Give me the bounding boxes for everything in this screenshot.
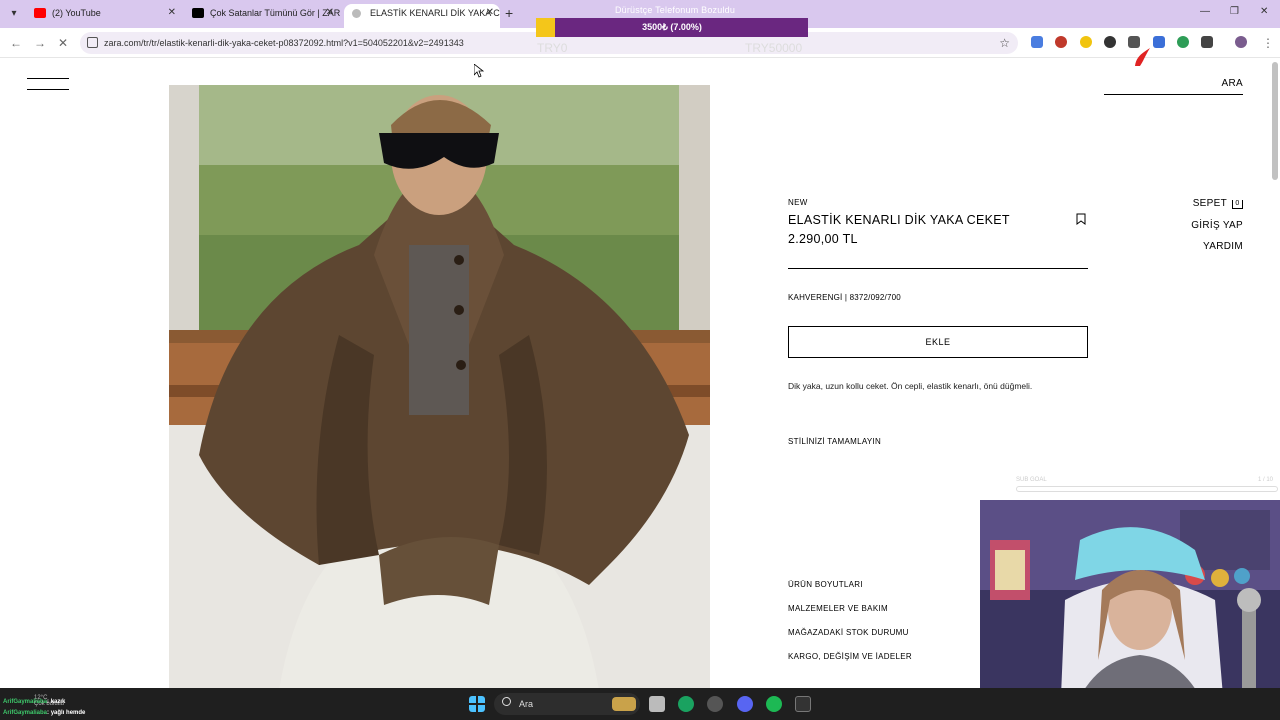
cart-label: SEPET: [1192, 198, 1227, 209]
forward-icon[interactable]: →: [34, 36, 46, 50]
complete-look-heading: STİLİNİZİ TAMAMLAYIN: [788, 437, 882, 446]
obs-icon[interactable]: [707, 696, 723, 712]
new-tab-button[interactable]: +: [505, 6, 513, 20]
tab-label: ELASTİK KENARLI DİK YAKA CEK: [370, 8, 500, 18]
menu-line: [27, 89, 69, 90]
stream-logo-icon: [1135, 48, 1150, 66]
store-stock-link[interactable]: MAĞAZADAKİ STOK DURUMU: [788, 628, 909, 637]
shipping-returns-link[interactable]: KARGO, DEĞİŞİM VE İADELER: [788, 652, 912, 661]
chat-message: ArifGaymaliaba: yağlı hemde: [3, 710, 85, 716]
extensions-puzzle-icon[interactable]: [1201, 36, 1213, 48]
windows-taskbar: [0, 688, 1280, 720]
materials-care-link[interactable]: MALZEMELER VE BAKIM: [788, 604, 888, 613]
product-color-ref: KAHVERENGİ | 8372/092/700: [788, 293, 901, 302]
product-title: ELASTİK KENARLI DİK YAKA CEKET: [788, 213, 1010, 227]
tab-youtube[interactable]: (2) YouTube ✕: [26, 4, 182, 28]
stop-icon[interactable]: ✕: [58, 36, 68, 50]
sub-goal-count: 1 / 10: [1258, 477, 1274, 483]
cart-count: 0: [1232, 200, 1243, 209]
login-link[interactable]: GİRİŞ YAP: [1191, 220, 1243, 231]
chat-user: ArifGaymaliaba: [3, 710, 48, 716]
donation-goal-title: Dürüstçe Telefonum Bozuldu: [614, 5, 736, 15]
chat-text: : kazık: [47, 699, 66, 705]
search-link[interactable]: ARA: [1104, 78, 1243, 89]
product-price: 2.290,00 TL: [788, 232, 858, 246]
donation-min-label: TRY0: [537, 41, 568, 55]
close-icon[interactable]: ✕: [486, 4, 494, 22]
discord-icon[interactable]: [737, 696, 753, 712]
donation-progress-bar: 3500₺ (7.00%): [536, 18, 808, 37]
chat-user: ArifGaymaliaba: [3, 699, 48, 705]
sub-goal-label: SUB GOAL: [1016, 477, 1047, 483]
webcam-feed: [980, 500, 1280, 720]
donation-max-label: TRY50000: [745, 41, 803, 55]
tab-zara-product[interactable]: ELASTİK KENARLI DİK YAKA CEK ✕: [344, 4, 500, 28]
translate-extension-icon[interactable]: [1031, 36, 1043, 48]
youtube-icon: [34, 8, 46, 18]
taskbar-search-placeholder: Ara: [519, 699, 534, 709]
back-icon[interactable]: ←: [10, 36, 22, 50]
file-explorer-icon[interactable]: [649, 696, 665, 712]
loading-icon: [352, 9, 361, 18]
tab-search-button[interactable]: ▾: [6, 6, 22, 22]
new-badge: NEW: [788, 198, 808, 207]
tab-zara-bestsellers[interactable]: Çok Satanlar Tümünü Gör | ZAR ✕: [184, 4, 340, 28]
close-icon[interactable]: ✕: [168, 4, 176, 22]
scrollbar-thumb[interactable]: [1272, 62, 1278, 180]
help-link[interactable]: YARDIM: [1203, 241, 1243, 252]
extension-icon[interactable]: [1080, 36, 1092, 48]
extension-icon[interactable]: [1177, 36, 1189, 48]
minimize-icon[interactable]: —: [1200, 6, 1210, 17]
tab-label: (2) YouTube: [52, 8, 101, 18]
close-icon[interactable]: ✕: [326, 4, 334, 22]
terminal-icon[interactable]: [795, 696, 811, 712]
spotify-icon[interactable]: [766, 696, 782, 712]
mouse-cursor-icon: [474, 64, 484, 78]
close-window-icon[interactable]: ✕: [1260, 6, 1268, 17]
add-to-cart-button[interactable]: EKLE: [788, 326, 1088, 358]
size-guide-link[interactable]: ÜRÜN BOYUTLARI: [788, 580, 863, 589]
tab-label: Çok Satanlar Tümünü Gör | ZAR: [210, 8, 340, 18]
extension-icon[interactable]: [1055, 36, 1067, 48]
restore-icon[interactable]: ❐: [1230, 6, 1239, 17]
search-underline: [1104, 94, 1243, 95]
cart-link[interactable]: SEPET 0: [1193, 198, 1243, 209]
menu-line: [27, 78, 69, 79]
sub-goal-bar: [1016, 486, 1278, 492]
site-info-icon[interactable]: [87, 37, 98, 48]
bookmark-icon[interactable]: [1076, 213, 1086, 225]
widgets-icon[interactable]: [612, 697, 636, 711]
product-photo[interactable]: [169, 85, 710, 688]
url-text[interactable]: zara.com/tr/tr/elastik-kenarli-dik-yaka-…: [104, 32, 464, 54]
extension-icon[interactable]: [1104, 36, 1116, 48]
extension-icon[interactable]: [1153, 36, 1165, 48]
windows-start-icon[interactable]: [469, 696, 485, 712]
profile-avatar[interactable]: [1235, 36, 1247, 48]
chrome-menu-icon[interactable]: ⋮: [1262, 36, 1274, 50]
divider: [788, 268, 1088, 269]
search-icon: [502, 697, 511, 706]
zara-icon: [192, 8, 204, 18]
chat-text: : yağlı hemde: [47, 710, 86, 716]
donation-progress-text: 3500₺ (7.00%): [642, 22, 702, 32]
chrome-icon[interactable]: [678, 696, 694, 712]
chat-message: ArifGaymaliaba: kazık: [3, 699, 65, 705]
bookmark-star-icon[interactable]: ☆: [999, 32, 1010, 54]
product-description: Dik yaka, uzun kollu ceket. Ön cepli, el…: [788, 381, 1033, 391]
